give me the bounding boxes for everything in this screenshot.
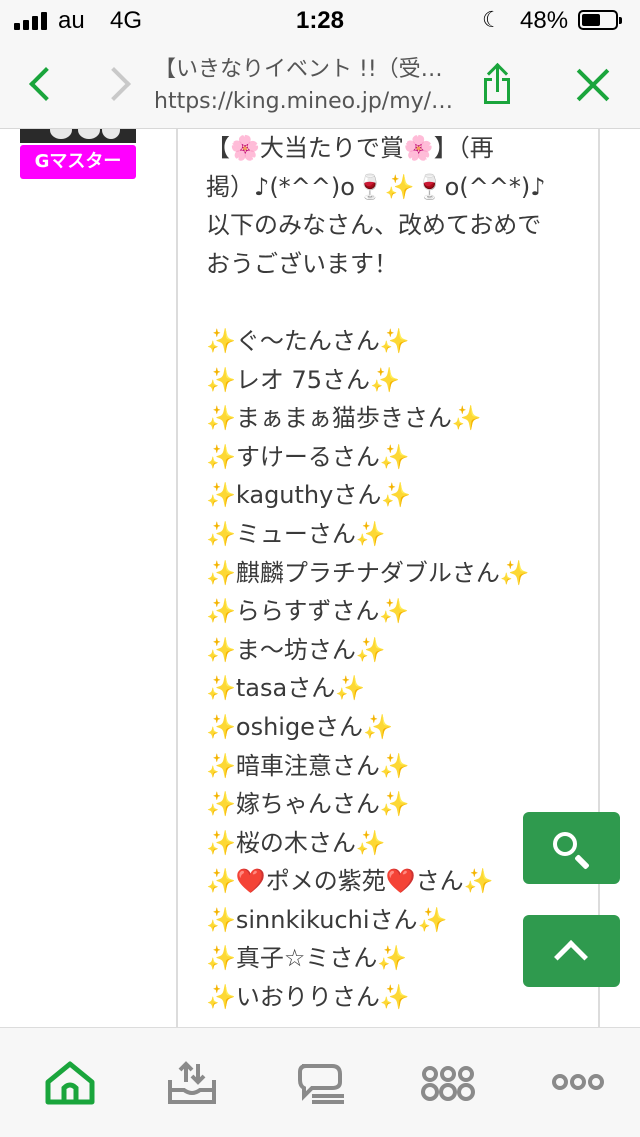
winner-line: ✨まぁまぁ猫歩きさん✨ [206,404,482,433]
back-button[interactable] [22,62,63,106]
post-line: 以下のみなさん、改めておめで [206,211,542,240]
search-icon [553,832,577,856]
winner-line: ✨すけーるさん✨ [206,442,410,471]
winner-line: ✨暗車注意さん✨ [206,751,410,780]
divider [598,129,600,1027]
forward-button[interactable] [97,62,138,106]
battery-icon [578,10,622,30]
bottom-tab-bar [0,1027,640,1137]
tab-upload[interactable] [162,1056,222,1108]
winner-line: ✨ま〜坊さん✨ [206,635,386,664]
winner-line: ✨❤️ポメの紫苑❤️さん✨ [206,867,494,896]
page-title: 【いきなりイベント !!（受… [154,57,443,82]
do-not-disturb-icon: ☾ [482,7,502,32]
more-icon [552,1074,604,1090]
winner-line: ✨ららすずさん✨ [206,597,410,626]
community-icon [421,1066,475,1101]
post-line: おうございます！ [206,249,398,278]
browser-toolbar: 【いきなりイベント !!（受… https://king.mineo.jp/my… [0,40,640,129]
tab-community[interactable] [418,1056,478,1108]
scroll-to-top-button[interactable] [523,915,620,987]
address-bar[interactable]: 【いきなりイベント !!（受… https://king.mineo.jp/my… [154,54,474,118]
chat-bubble-icon [298,1064,344,1104]
status-bar: au 4G 1:28 ☾ 48% [0,0,640,40]
search-button[interactable] [523,812,620,884]
rank-badge: Gマスター [20,145,136,179]
chevron-left-icon [29,67,63,101]
winner-line: ✨麒麟プラチナダブルさん✨ [206,558,530,587]
page-content[interactable]: Gマスター 【🌸大当たりで賞🌸】（再 掲）♪(*^^)o🍷✨🍷o(^^*)♪ 以… [0,129,640,1027]
winner-line: ✨sinnkikuchiさん✨ [206,905,448,934]
winner-line: ✨tasaさん✨ [206,674,366,703]
winner-line: ✨桜の木さん✨ [206,828,386,857]
chevron-right-icon [97,67,131,101]
avatar[interactable] [20,129,136,143]
winner-line: ✨ミューさん✨ [206,519,386,548]
tab-talk[interactable] [292,1056,352,1108]
winner-line: ✨kaguthyさん✨ [206,481,412,510]
tray-upload-icon [168,1061,216,1104]
page-url: https://king.mineo.jp/my/… [154,89,454,114]
winner-line: ✨真子☆ミさん✨ [206,944,408,973]
tab-more[interactable] [548,1056,608,1108]
battery-percent: 48% [520,7,569,34]
winner-line: ✨レオ 75さん✨ [206,365,400,394]
post-line: 掲）♪(*^^)o🍷✨🍷o(^^*)♪ [206,172,546,201]
winner-line: ✨ぐ〜たんさん✨ [206,326,410,355]
search-icon-handle [574,854,590,870]
post-line: 【🌸大当たりで賞🌸】（再 [206,134,494,162]
post-body: 【🌸大当たりで賞🌸】（再 掲）♪(*^^)o🍷✨🍷o(^^*)♪ 以下のみなさん… [206,129,566,1017]
chevron-up-icon [554,940,588,974]
winner-line: ✨いおりりさん✨ [206,983,410,1012]
home-icon [45,1061,95,1105]
winner-line: ✨oshigeさん✨ [206,712,393,741]
divider [176,129,178,1027]
share-button[interactable] [478,60,518,110]
close-button[interactable] [572,64,614,106]
tab-home[interactable] [40,1056,100,1108]
winner-line: ✨嫁ちゃんさん✨ [206,790,410,819]
